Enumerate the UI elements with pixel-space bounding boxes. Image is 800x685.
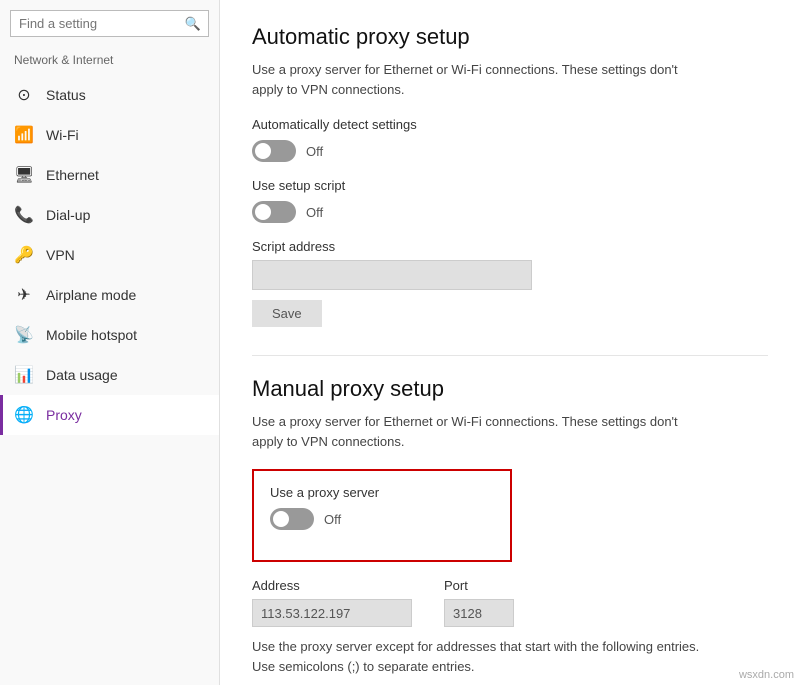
auto-section-desc: Use a proxy server for Ethernet or Wi-Fi… <box>252 60 712 99</box>
search-icon: 🔍 <box>185 16 201 32</box>
sidebar-item-label-ethernet: Ethernet <box>46 167 99 183</box>
port-col: Port <box>444 578 514 627</box>
manual-section-desc: Use a proxy server for Ethernet or Wi-Fi… <box>252 412 712 451</box>
sidebar-item-status[interactable]: ⊙ Status <box>0 75 219 115</box>
script-address-label: Script address <box>252 239 768 254</box>
search-box-container: 🔍 <box>10 10 209 37</box>
manual-section-title: Manual proxy setup <box>252 376 768 402</box>
dialup-icon: 📞 <box>14 205 34 225</box>
sidebar-item-dialup[interactable]: 📞 Dial-up <box>0 195 219 235</box>
use-proxy-status: Off <box>324 512 341 527</box>
sidebar-item-label-airplane: Airplane mode <box>46 287 136 303</box>
port-input[interactable] <box>444 599 514 627</box>
watermark: wsxdn.com <box>739 669 794 681</box>
use-proxy-toggle-row: Off <box>270 508 494 530</box>
sidebar-item-data-usage[interactable]: 📊 Data usage <box>0 355 219 395</box>
auto-detect-label: Automatically detect settings <box>252 117 768 132</box>
data-usage-icon: 📊 <box>14 365 34 385</box>
sidebar: 🔍 Network & Internet ⊙ Status 📶 Wi-Fi 🖥 Ether… <box>0 0 220 685</box>
sidebar-item-label-wifi: Wi-Fi <box>46 127 79 143</box>
port-label: Port <box>444 578 514 593</box>
sidebar-item-label-data-usage: Data usage <box>46 367 118 383</box>
setup-script-toggle-row: Off <box>252 201 768 223</box>
sidebar-item-label-status: Status <box>46 87 86 103</box>
sidebar-item-wifi[interactable]: 📶 Wi-Fi <box>0 115 219 155</box>
sidebar-item-label-dialup: Dial-up <box>46 207 90 223</box>
use-proxy-label: Use a proxy server <box>270 485 494 500</box>
address-col: Address <box>252 578 412 627</box>
setup-script-status: Off <box>306 205 323 220</box>
sidebar-item-proxy[interactable]: 🌐 Proxy <box>0 395 219 435</box>
use-proxy-box: Use a proxy server Off <box>252 469 512 562</box>
sidebar-item-label-hotspot: Mobile hotspot <box>46 327 137 343</box>
setup-script-label: Use setup script <box>252 178 768 193</box>
sidebar-item-ethernet[interactable]: 🖥 Ethernet <box>0 155 219 195</box>
hotspot-icon: 📡 <box>14 325 34 345</box>
auto-detect-toggle[interactable] <box>252 140 296 162</box>
sidebar-item-vpn[interactable]: 🔑 VPN <box>0 235 219 275</box>
status-icon: ⊙ <box>14 85 34 105</box>
address-input[interactable] <box>252 599 412 627</box>
sidebar-item-label-proxy: Proxy <box>46 407 82 423</box>
save-button[interactable]: Save <box>252 300 322 327</box>
wifi-icon: 📶 <box>14 125 34 145</box>
search-input[interactable] <box>10 10 209 37</box>
auto-detect-status: Off <box>306 144 323 159</box>
sidebar-item-hotspot[interactable]: 📡 Mobile hotspot <box>0 315 219 355</box>
use-proxy-toggle[interactable] <box>270 508 314 530</box>
ethernet-icon: 🖥 <box>14 165 34 185</box>
sidebar-item-label-vpn: VPN <box>46 247 75 263</box>
setup-script-toggle[interactable] <box>252 201 296 223</box>
nav-section-label: Network & Internet <box>0 49 219 75</box>
content-area: Automatic proxy setup Use a proxy server… <box>220 0 800 685</box>
proxy-icon: 🌐 <box>14 405 34 425</box>
airplane-icon: ✈ <box>14 285 34 305</box>
section-divider <box>252 355 768 356</box>
auto-detect-toggle-row: Off <box>252 140 768 162</box>
sidebar-item-airplane[interactable]: ✈ Airplane mode <box>0 275 219 315</box>
manual-proxy-section: Manual proxy setup Use a proxy server fo… <box>252 376 768 676</box>
bottom-note: Use the proxy server except for addresse… <box>252 637 712 676</box>
auto-proxy-section: Automatic proxy setup Use a proxy server… <box>252 24 768 351</box>
vpn-icon: 🔑 <box>14 245 34 265</box>
address-label: Address <box>252 578 412 593</box>
script-address-input[interactable] <box>252 260 532 290</box>
main-layout: 🔍 Network & Internet ⊙ Status 📶 Wi-Fi 🖥 Ether… <box>0 0 800 685</box>
address-port-row: Address Port <box>252 578 768 627</box>
nav-items-container: ⊙ Status 📶 Wi-Fi 🖥 Ethernet 📞 Dial-up 🔑 VPN ✈ Airpl… <box>0 75 219 435</box>
auto-section-title: Automatic proxy setup <box>252 24 768 50</box>
